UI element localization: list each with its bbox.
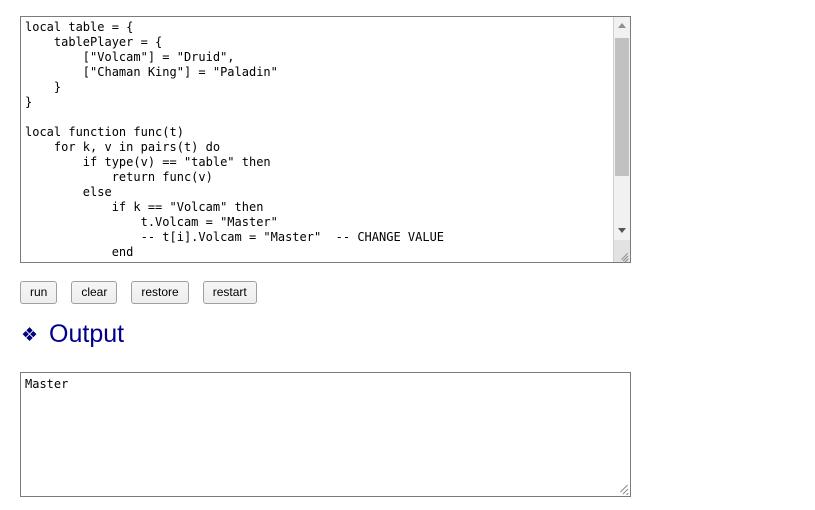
editor-button-row: run clear restore restart [20, 281, 271, 304]
output-resize-grip-icon[interactable] [615, 481, 629, 495]
code-content[interactable]: local table = { tablePlayer = { ["Volcam… [25, 20, 613, 260]
output-content[interactable]: Master [21, 373, 630, 392]
diamond-bullet-icon: ❖ [21, 324, 39, 346]
restore-button[interactable]: restore [131, 281, 189, 304]
output-textarea[interactable]: Master [20, 372, 631, 497]
output-title: Output [49, 320, 125, 348]
code-editor-resize-grip-icon[interactable] [614, 240, 630, 262]
run-button[interactable]: run [20, 281, 58, 304]
code-editor[interactable]: local table = { tablePlayer = { ["Volcam… [20, 16, 631, 263]
clear-button[interactable]: clear [71, 281, 118, 304]
code-editor-textarea[interactable]: local table = { tablePlayer = { ["Volcam… [21, 17, 613, 262]
restart-button[interactable]: restart [202, 281, 257, 304]
output-heading: ❖ Output [21, 322, 124, 347]
scrollbar-down-arrow-icon[interactable] [614, 222, 630, 239]
code-editor-scrollbar[interactable] [613, 17, 630, 262]
scrollbar-thumb[interactable] [615, 38, 629, 176]
scrollbar-up-arrow-icon[interactable] [614, 17, 630, 34]
